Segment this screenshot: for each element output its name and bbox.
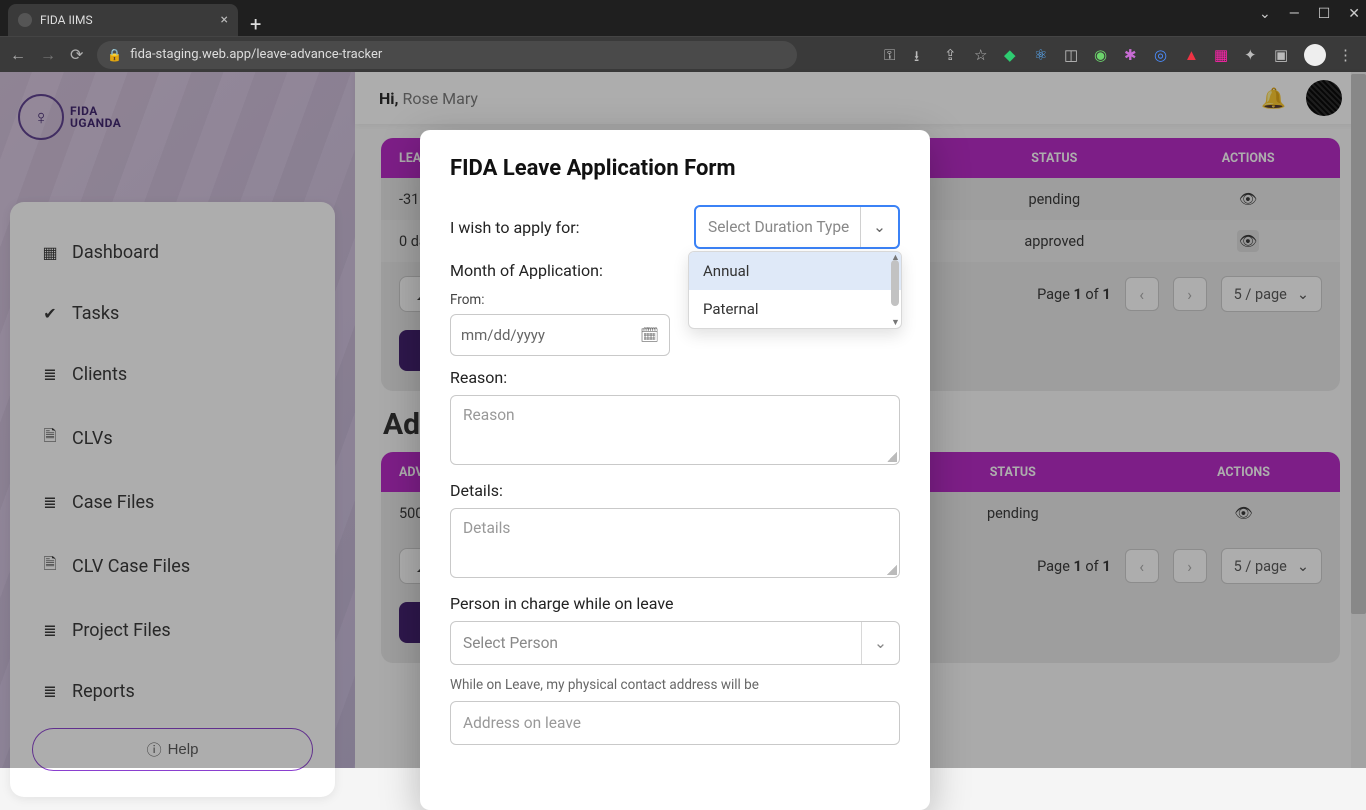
extension6-icon[interactable]: ▦ [1214, 46, 1232, 64]
maximize-icon[interactable]: ☐ [1318, 6, 1331, 22]
extension5-icon[interactable]: ▲ [1184, 46, 1202, 64]
close-window-icon[interactable]: ✕ [1348, 6, 1360, 22]
star-icon[interactable]: ☆ [974, 46, 992, 64]
label-apply-for: I wish to apply for: [450, 218, 680, 237]
tab-title: FIDA IIMS [40, 13, 93, 27]
favicon-icon [18, 13, 32, 27]
browser-toolbar-right: ⚿ ⭳ ⇪ ☆ ◆ ⚛ ◫ ◉ ✱ ◎ ▲ ▦ ✦ ▣ ⋮ [884, 44, 1356, 66]
new-tab-button[interactable]: + [238, 12, 273, 36]
duration-type-dropdown: Annual Paternal ▲ ▼ [688, 251, 902, 329]
date-placeholder: mm/dd/yyyy [461, 326, 545, 344]
label-address-hint: While on Leave, my physical contact addr… [450, 677, 900, 693]
puzzle-icon[interactable]: ✦ [1244, 46, 1262, 64]
browser-chrome: ⌄ ― ☐ ✕ FIDA IIMS × + ← → ⟳ 🔒 fida-stagi… [0, 0, 1366, 72]
extension-icon[interactable]: ⚛ [1034, 46, 1052, 64]
shield-icon[interactable]: ◆ [1004, 46, 1022, 64]
label-month: Month of Application: [450, 261, 680, 280]
url-input[interactable]: 🔒 fida-staging.web.app/leave-advance-tra… [97, 41, 797, 69]
reason-placeholder: Reason [463, 406, 515, 424]
leave-application-modal: FIDA Leave Application Form I wish to ap… [420, 130, 930, 810]
option-annual[interactable]: Annual [689, 252, 901, 290]
label-person-in-charge: Person in charge while on leave [450, 594, 900, 613]
chevron-down-icon: ⌄ [861, 622, 899, 664]
device-icon[interactable]: ◫ [1064, 46, 1082, 64]
chevron-down-icon: ⌄ [860, 207, 898, 247]
address-input[interactable]: Address on leave [450, 701, 900, 745]
address-placeholder: Address on leave [463, 714, 581, 732]
dropdown-scrollbar[interactable] [891, 260, 899, 306]
extension2-icon[interactable]: ◉ [1094, 46, 1112, 64]
reason-textarea[interactable]: Reason [450, 395, 900, 465]
browser-tab[interactable]: FIDA IIMS × [8, 4, 238, 36]
modal-title: FIDA Leave Application Form [450, 156, 900, 181]
duration-type-select[interactable]: Select Duration Type ⌄ [694, 205, 900, 249]
tab-bar: FIDA IIMS × + [0, 0, 1366, 36]
from-date-input[interactable]: mm/dd/yyyy 🗓 [450, 314, 670, 356]
panel-icon[interactable]: ▣ [1274, 46, 1292, 64]
person-in-charge-select[interactable]: Select Person ⌄ [450, 621, 900, 665]
forward-icon[interactable]: → [40, 45, 56, 65]
window-controls: ⌄ ― ☐ ✕ [1259, 6, 1360, 22]
field-apply-for: I wish to apply for: Select Duration Typ… [450, 205, 900, 249]
label-details: Details: [450, 481, 900, 500]
details-placeholder: Details [463, 519, 510, 537]
download-icon[interactable]: ⭳ [914, 46, 932, 64]
address-bar: ← → ⟳ 🔒 fida-staging.web.app/leave-advan… [0, 36, 1366, 72]
menu-icon[interactable]: ⋮ [1338, 46, 1356, 64]
calendar-icon: 🗓 [640, 326, 659, 344]
label-reason: Reason: [450, 368, 900, 387]
option-paternal[interactable]: Paternal [689, 290, 901, 328]
extension4-icon[interactable]: ◎ [1154, 46, 1172, 64]
minimize-icon[interactable]: ― [1289, 6, 1300, 22]
url-text: fida-staging.web.app/leave-advance-track… [130, 47, 382, 62]
profile-avatar-icon[interactable] [1304, 44, 1326, 66]
scroll-up-icon[interactable]: ▲ [891, 252, 899, 263]
key-icon[interactable]: ⚿ [884, 46, 902, 64]
reload-icon[interactable]: ⟳ [70, 45, 83, 64]
lock-icon: 🔒 [107, 48, 122, 62]
details-textarea[interactable]: Details [450, 508, 900, 578]
back-icon[interactable]: ← [10, 45, 26, 65]
chevron-down-icon[interactable]: ⌄ [1259, 6, 1271, 22]
duration-type-placeholder: Select Duration Type [708, 218, 849, 236]
share-icon[interactable]: ⇪ [944, 46, 962, 64]
close-tab-icon[interactable]: × [221, 12, 228, 28]
person-placeholder: Select Person [463, 634, 558, 652]
scroll-down-icon[interactable]: ▼ [891, 317, 899, 328]
extension3-icon[interactable]: ✱ [1124, 46, 1142, 64]
